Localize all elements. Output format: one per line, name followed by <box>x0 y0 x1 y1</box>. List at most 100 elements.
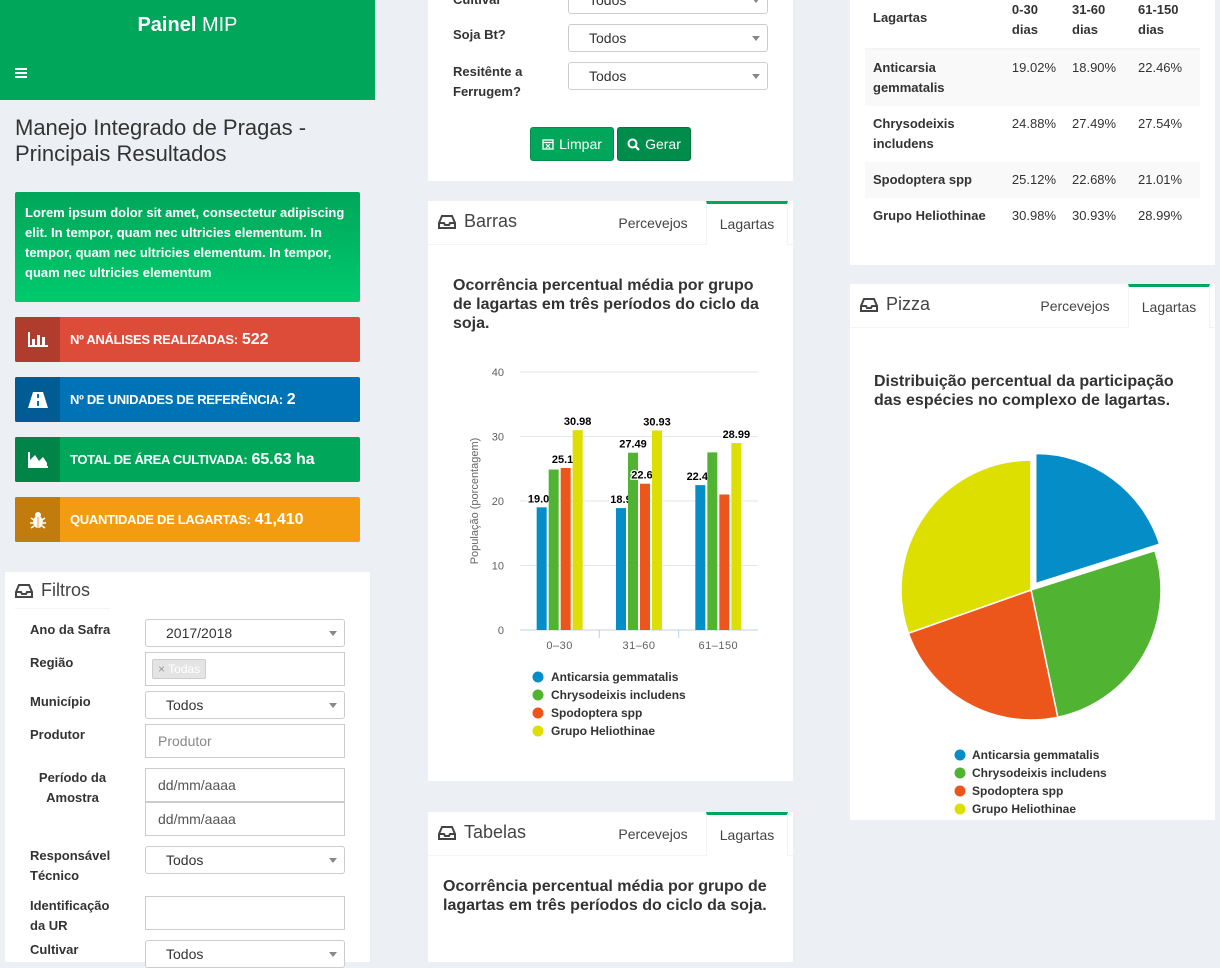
brand-logo[interactable]: Painel MIP <box>0 0 375 50</box>
tab-lagartas[interactable]: Lagartas <box>706 201 788 245</box>
municipio-label: Município <box>30 694 91 709</box>
chevron-down-icon <box>329 952 337 957</box>
info-box-unidades: Nº de unidades de referência: 2 <box>15 377 360 422</box>
calendar-x-icon <box>542 139 554 150</box>
x-tick-label: 0–30 <box>546 640 572 652</box>
ano-safra-select[interactable]: 2017/2018 <box>145 619 345 647</box>
legend-item: Spodoptera spp <box>972 784 1063 798</box>
municipio-select[interactable]: Todos <box>145 691 345 719</box>
intro-callout: Lorem ipsum dolor sit amet, consectetur … <box>15 192 360 302</box>
chevron-down-icon <box>329 858 337 863</box>
data-label: 28.99 <box>723 429 751 441</box>
ano-safra-label: Ano da Safra <box>30 622 111 637</box>
bar-spodoptera-spp <box>719 494 730 630</box>
tabelas-chart-title: Ocorrência percentual média por grupo de… <box>443 878 767 914</box>
filtros-header: Filtros <box>15 580 90 601</box>
y-tick-label: 40 <box>492 367 504 379</box>
header-31-60: 31-60 dias <box>1072 2 1106 37</box>
legend-marker <box>954 749 966 761</box>
legend-item: Grupo Heliothinae <box>972 802 1076 816</box>
header-lagartas: Lagartas <box>873 10 928 25</box>
legend-marker <box>532 689 544 701</box>
cultivar-label-top: Cultivar <box>453 0 501 10</box>
header-0-30: 0-30 dias <box>1011 2 1038 37</box>
limpar-button[interactable]: Limpar <box>530 127 614 161</box>
bar-anticarsia-gemmatalis <box>536 507 547 630</box>
bar-anticarsia-gemmatalis <box>616 508 626 630</box>
chevron-down-icon <box>752 36 760 41</box>
data-table: Lagartas 0-30 dias 31-60 dias 61-150 dia… <box>865 0 1200 234</box>
data-label: 27.49 <box>619 439 647 451</box>
legend-item: Spodoptera spp <box>551 706 642 720</box>
tab-lagartas[interactable]: Lagartas <box>1128 284 1210 328</box>
info-box-analises: Nº análises realizadas: 522 <box>15 317 360 362</box>
responsavel-select[interactable]: Todos <box>145 846 345 874</box>
pie-chart: Anticarsia gemmatalis Chrysodeixis includ… <box>900 452 1162 816</box>
barras-chart-title: Ocorrência percentual média por grupo de… <box>453 277 759 332</box>
cultivar-select-top[interactable]: Todos <box>568 0 768 14</box>
y-tick-label: 20 <box>492 496 504 508</box>
chevron-down-icon <box>329 631 337 636</box>
legend-marker <box>954 803 966 815</box>
tab-percevejos[interactable]: Percevejos <box>1034 285 1116 329</box>
produtor-label: Produtor <box>30 727 85 742</box>
inbox-icon <box>438 214 456 229</box>
bar-chrysodeixis-includens <box>548 469 559 630</box>
tabelas-title: Tabelas <box>438 822 526 843</box>
tab-lagartas[interactable]: Lagartas <box>706 812 788 856</box>
cultivar-select[interactable]: Todos <box>145 940 345 968</box>
inbox-icon <box>438 825 456 840</box>
legend-item: Chrysodeixis includens <box>551 688 686 702</box>
bar-spodoptera-spp <box>560 467 571 630</box>
top-navbar <box>0 50 375 100</box>
gerar-button[interactable]: Gerar <box>617 127 691 161</box>
regiao-label: Região <box>30 655 74 670</box>
bar-chart-icon <box>15 317 60 362</box>
produtor-input[interactable]: Produtor <box>145 724 345 758</box>
road-icon <box>15 377 60 422</box>
soja-bt-select[interactable]: Todos <box>568 24 768 52</box>
legend-marker <box>954 767 966 779</box>
responsavel-label: Responsável Técnico <box>30 848 111 883</box>
regiao-tag[interactable]: × Todas <box>152 659 207 679</box>
table-row: Anticarsia gemmatalis 19.02% 18.90% 22.4… <box>865 49 1200 106</box>
chevron-down-icon <box>329 703 337 708</box>
table-row: Grupo Heliothinae 30.98% 30.93% 28.99% <box>873 208 1183 223</box>
date-end-input[interactable]: dd/mm/aaaa <box>145 802 345 836</box>
chevron-down-icon <box>752 74 760 79</box>
identificacao-label: Identificação da UR <box>30 898 110 933</box>
bar-spodoptera-spp <box>640 483 650 630</box>
table-row: Chrysodeixis includens 24.88% 27.49% 27.… <box>873 116 1183 151</box>
barras-title: Barras <box>438 211 517 232</box>
search-icon <box>627 138 640 151</box>
pizza-chart-title: Distribuição percentual da participação … <box>874 373 1174 409</box>
legend-item: Anticarsia gemmatalis <box>551 670 679 684</box>
identificacao-input[interactable] <box>145 896 345 930</box>
area-chart-icon <box>15 437 60 482</box>
legend-item: Grupo Heliothinae <box>551 724 655 738</box>
legend-marker <box>532 707 544 719</box>
inbox-icon <box>860 297 878 312</box>
pizza-title: Pizza <box>860 294 930 315</box>
page-title: Manejo Integrado de Pragas - Principais … <box>15 115 307 166</box>
legend-marker <box>954 785 966 797</box>
bar-grupo-heliothinae <box>572 430 583 630</box>
close-icon[interactable]: × <box>158 662 165 676</box>
ferrugem-label: Resitênte a Ferrugem? <box>453 64 523 99</box>
legend-item: Anticarsia gemmatalis <box>972 748 1100 762</box>
bar-anticarsia-gemmatalis <box>695 485 706 630</box>
data-label: 30.93 <box>643 417 671 429</box>
bar-grupo-heliothinae <box>731 443 742 630</box>
tab-percevejos[interactable]: Percevejos <box>612 202 694 246</box>
inbox-icon <box>15 583 33 598</box>
tab-percevejos[interactable]: Percevejos <box>612 813 694 857</box>
periodo-label: Período da Amostra <box>38 770 107 805</box>
menu-icon[interactable] <box>15 68 27 80</box>
date-start-input[interactable]: dd/mm/aaaa <box>145 768 345 802</box>
y-axis-title: População (porcentagem) <box>469 438 481 565</box>
regiao-multiselect[interactable]: × Todas <box>145 652 345 686</box>
divider <box>15 608 110 609</box>
y-tick-label: 30 <box>492 432 504 444</box>
legend-item: Chrysodeixis includens <box>972 766 1107 780</box>
ferrugem-select[interactable]: Todos <box>568 62 768 90</box>
